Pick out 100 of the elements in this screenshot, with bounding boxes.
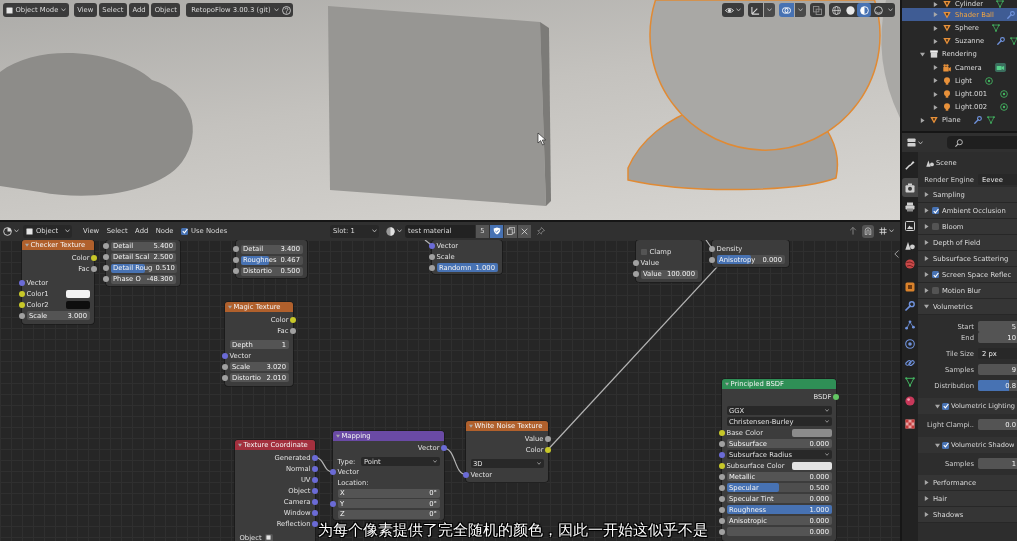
- socket-icon[interactable]: [719, 462, 725, 469]
- socket-icon[interactable]: [290, 316, 296, 323]
- help-icon[interactable]: [281, 5, 291, 15]
- material-browse-button[interactable]: [384, 224, 404, 238]
- fake-user-toggle[interactable]: [490, 224, 503, 238]
- socket-icon[interactable]: [719, 484, 725, 491]
- socket-icon[interactable]: [719, 429, 725, 436]
- checkbox[interactable]: [640, 249, 647, 255]
- ring-dot-icon[interactable]: [1000, 103, 1009, 112]
- socket-icon[interactable]: [633, 271, 639, 277]
- socket-icon[interactable]: [19, 279, 25, 286]
- expand-arrow-icon[interactable]: [933, 104, 938, 110]
- checkbox[interactable]: [181, 227, 189, 235]
- checkbox[interactable]: [932, 287, 939, 294]
- socket-icon[interactable]: [719, 528, 725, 535]
- socket-icon[interactable]: [103, 276, 109, 282]
- socket-icon[interactable]: [222, 352, 228, 359]
- wrench-icon[interactable]: [997, 37, 1006, 46]
- expand-arrow-icon[interactable]: [920, 117, 925, 123]
- socket-icon[interactable]: [312, 487, 318, 494]
- expand-arrow-icon[interactable]: [933, 1, 938, 7]
- socket-icon[interactable]: [19, 312, 25, 319]
- color-swatch[interactable]: [65, 289, 90, 298]
- chevron-left-icon[interactable]: [894, 250, 899, 258]
- expand-arrow-icon[interactable]: [933, 12, 938, 18]
- socket-icon[interactable]: [429, 264, 435, 271]
- socket-icon[interactable]: [290, 327, 296, 334]
- checkbox[interactable]: [942, 441, 949, 449]
- socket-icon[interactable]: [312, 465, 318, 472]
- socket-icon[interactable]: [719, 495, 725, 502]
- shading-mode-button[interactable]: [829, 3, 843, 17]
- socket-icon[interactable]: [312, 509, 318, 516]
- socket-icon[interactable]: [330, 469, 336, 476]
- socket-icon[interactable]: [312, 520, 318, 527]
- expand-arrow-icon[interactable]: [920, 51, 925, 57]
- socket-icon[interactable]: [222, 363, 228, 370]
- socket-icon[interactable]: [429, 242, 435, 249]
- checkbox[interactable]: [932, 223, 939, 230]
- overlay-dropdown[interactable]: [795, 3, 806, 17]
- collapse-arrow-icon[interactable]: [237, 442, 242, 447]
- editor-type-button[interactable]: [907, 138, 923, 147]
- socket-icon[interactable]: [429, 253, 435, 260]
- vertex-triangle-icon[interactable]: [996, 0, 1005, 9]
- properties-tab[interactable]: [902, 178, 918, 197]
- expand-arrow-icon[interactable]: [933, 38, 938, 44]
- socket-icon[interactable]: [103, 243, 109, 249]
- socket-icon[interactable]: [719, 451, 725, 458]
- socket-icon[interactable]: [233, 268, 239, 275]
- overlay-dropdown[interactable]: [877, 224, 896, 238]
- expand-arrow-icon[interactable]: [933, 65, 938, 71]
- socket-icon[interactable]: [103, 254, 109, 260]
- expand-arrow-icon[interactable]: [933, 78, 938, 84]
- shading-mode-button[interactable]: [871, 3, 885, 17]
- socket-icon[interactable]: [233, 257, 239, 264]
- object-field[interactable]: [264, 533, 273, 541]
- boxed-camera-icon[interactable]: [994, 63, 1006, 73]
- socket-icon[interactable]: [545, 446, 551, 453]
- color-swatch[interactable]: [791, 461, 832, 470]
- gizmo-dropdown[interactable]: [764, 3, 775, 17]
- ring-dot-icon[interactable]: [984, 76, 993, 85]
- socket-icon[interactable]: [709, 256, 715, 263]
- vertex-triangle-icon[interactable]: [1010, 37, 1017, 46]
- color-swatch[interactable]: [791, 428, 832, 437]
- socket-icon[interactable]: [222, 374, 228, 381]
- socket-icon[interactable]: [545, 435, 551, 442]
- checkbox[interactable]: [932, 271, 939, 278]
- socket-icon[interactable]: [233, 246, 239, 253]
- new-material-button[interactable]: [504, 224, 517, 238]
- vertex-triangle-icon[interactable]: [986, 116, 995, 125]
- socket-icon[interactable]: [312, 498, 318, 505]
- socket-icon[interactable]: [719, 473, 725, 480]
- socket-icon[interactable]: [312, 454, 318, 461]
- socket-icon[interactable]: [19, 290, 25, 297]
- xray-toggle[interactable]: [810, 3, 825, 17]
- shading-mode-button[interactable]: [857, 3, 871, 17]
- socket-icon[interactable]: [833, 393, 839, 400]
- editor-type-button[interactable]: [2, 224, 20, 238]
- socket-icon[interactable]: [441, 445, 447, 452]
- socket-icon[interactable]: [330, 500, 336, 507]
- shading-mode-button[interactable]: [843, 3, 857, 17]
- socket-icon[interactable]: [312, 476, 318, 483]
- search-field[interactable]: [947, 136, 1017, 149]
- color-swatch[interactable]: [65, 300, 90, 309]
- expand-arrow-icon[interactable]: [933, 25, 938, 31]
- unlink-button[interactable]: [518, 224, 531, 238]
- ring-dot-icon[interactable]: [1000, 90, 1009, 98]
- socket-icon[interactable]: [103, 265, 109, 271]
- socket-icon[interactable]: [633, 260, 639, 266]
- vertex-triangle-icon[interactable]: [991, 24, 1000, 33]
- collapse-arrow-icon[interactable]: [335, 433, 340, 438]
- snap-toggle[interactable]: [862, 224, 874, 238]
- overlay-toggle[interactable]: [779, 3, 794, 17]
- socket-icon[interactable]: [719, 440, 725, 447]
- checkbox[interactable]: [932, 207, 939, 214]
- checkbox[interactable]: [942, 402, 949, 410]
- socket-icon[interactable]: [709, 245, 715, 252]
- socket-icon[interactable]: [91, 254, 97, 261]
- visibility-dropdown[interactable]: [722, 3, 744, 17]
- expand-arrow-icon[interactable]: [933, 91, 938, 97]
- gizmo-toggle[interactable]: [748, 3, 763, 17]
